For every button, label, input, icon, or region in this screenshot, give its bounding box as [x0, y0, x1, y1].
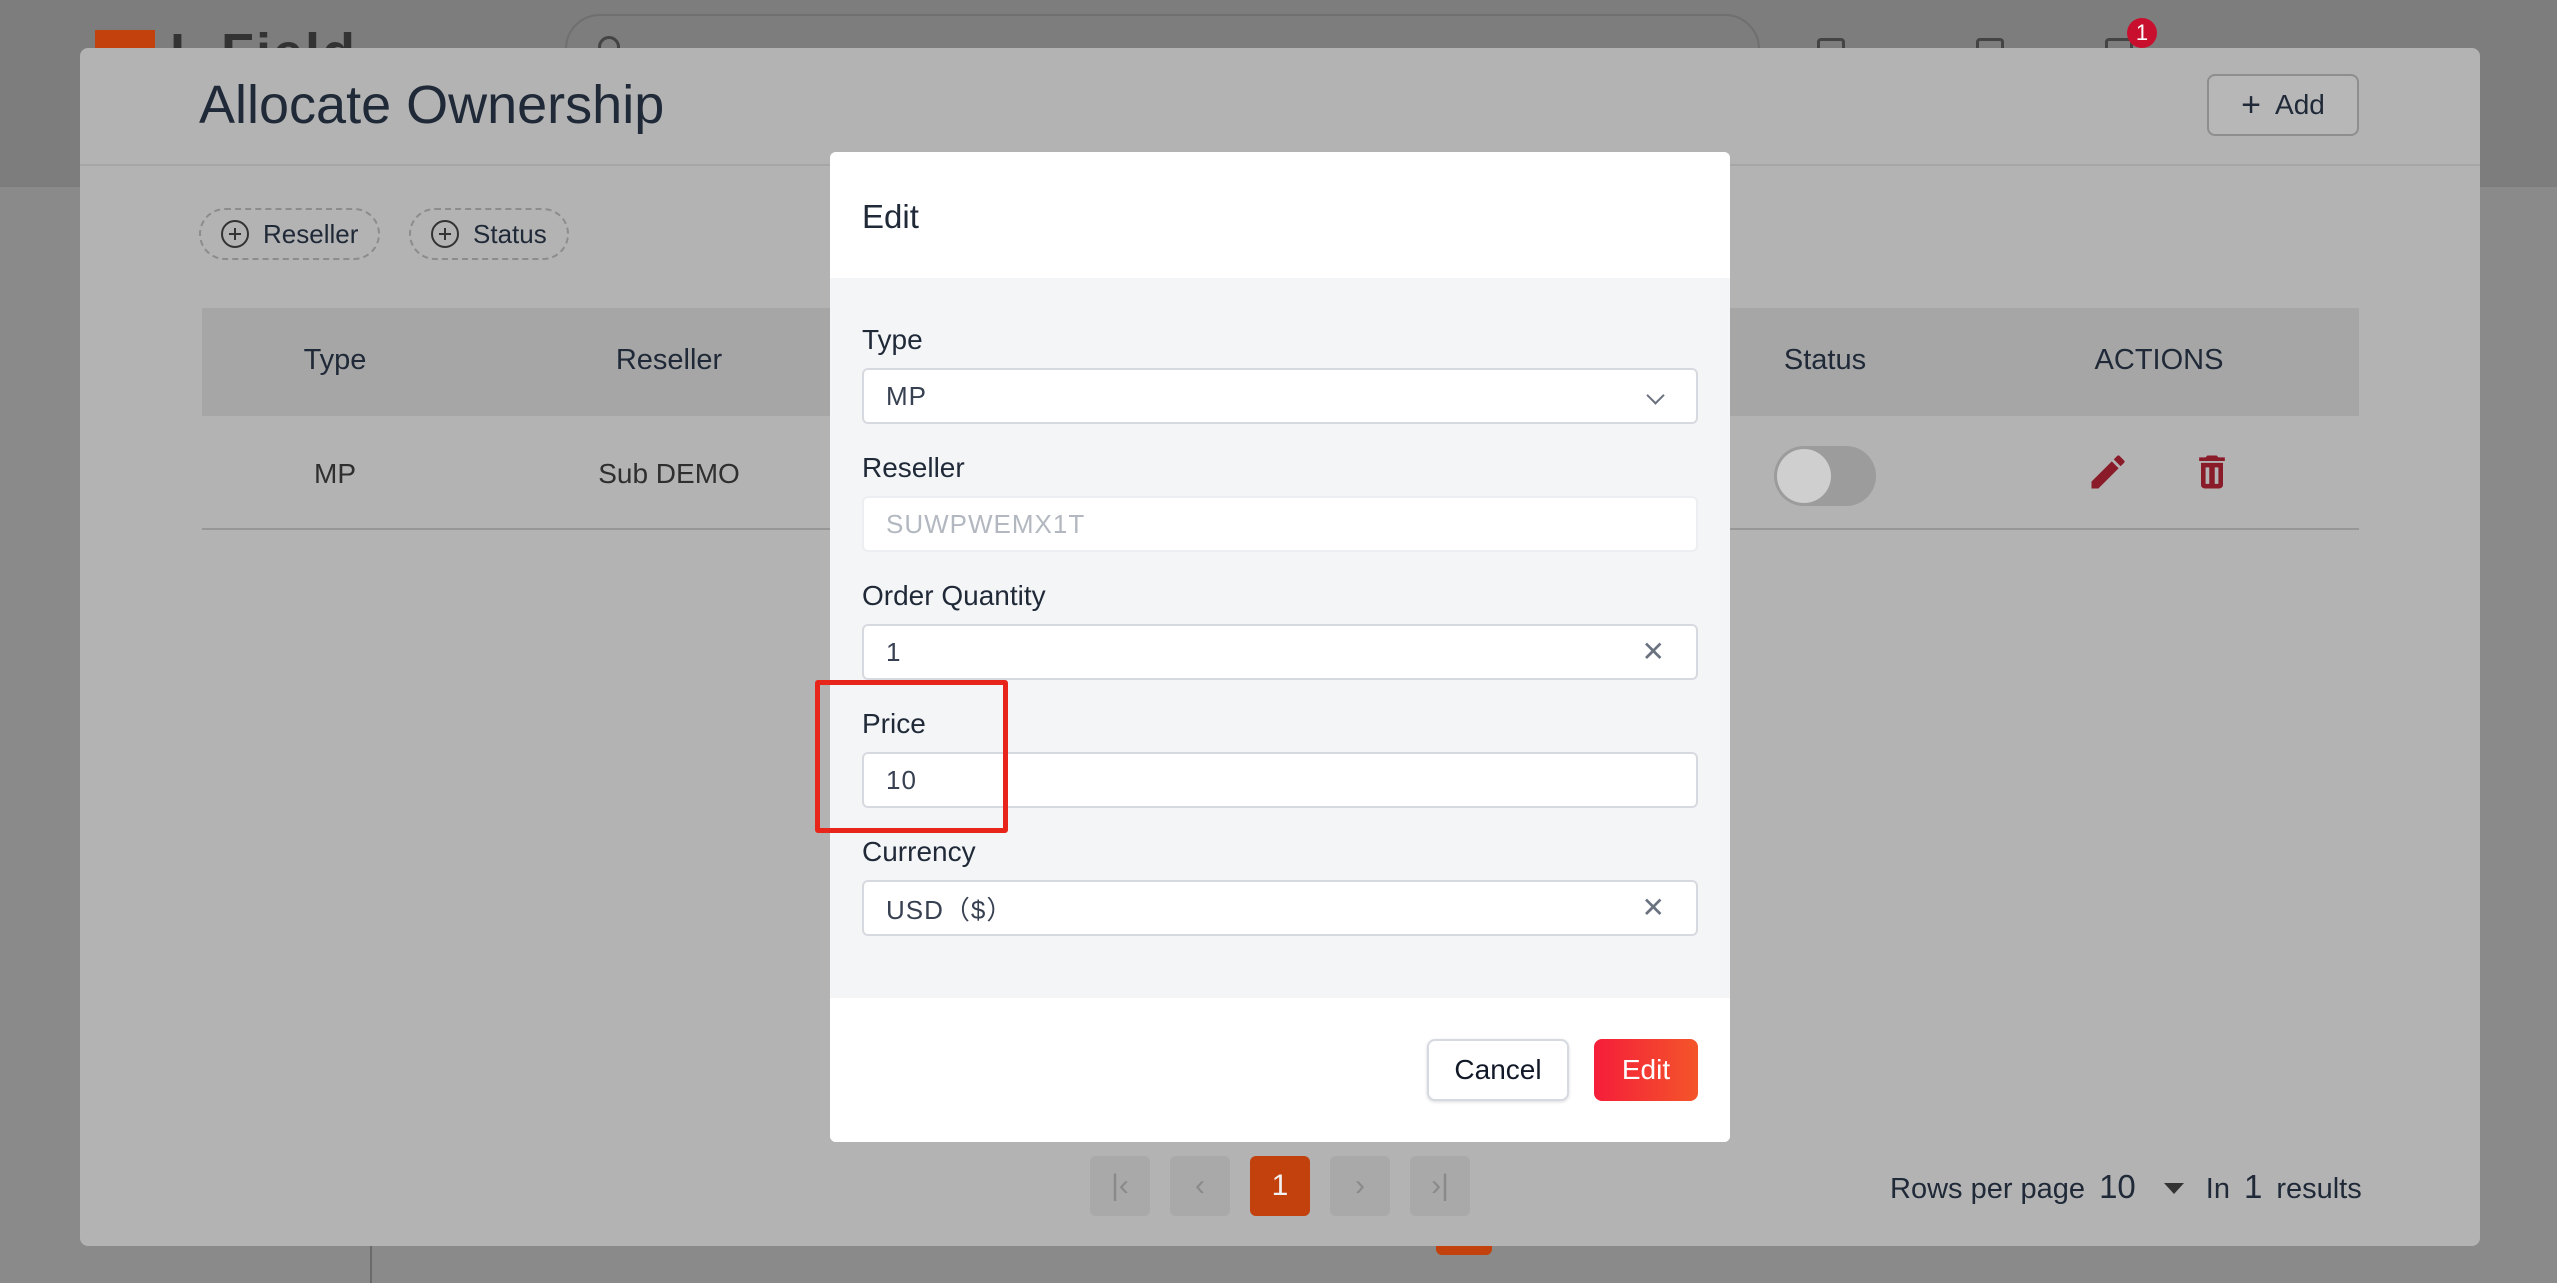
clear-icon[interactable]: ✕ — [1642, 638, 1666, 666]
filter-chip-label: Status — [473, 218, 547, 249]
order-quantity-label: Order Quantity — [862, 580, 1046, 611]
results-label: results — [2276, 1173, 2362, 1205]
price-highlight-box — [815, 680, 1008, 833]
status-toggle[interactable] — [1774, 446, 1876, 506]
first-page-button[interactable]: |‹ — [1090, 1156, 1150, 1216]
delete-trash-icon[interactable] — [2190, 450, 2234, 494]
prev-page-button[interactable]: ‹ — [1170, 1156, 1230, 1216]
page-number-button[interactable]: 1 — [1250, 1156, 1310, 1216]
modal-header: Edit — [830, 152, 1730, 278]
reseller-label: Reseller — [862, 452, 965, 483]
notification-badge: 1 — [2127, 18, 2157, 48]
total-count: 1 — [2243, 1168, 2263, 1205]
filter-chip-reseller[interactable]: Reseller — [199, 208, 381, 260]
caret-down-icon[interactable] — [2163, 1183, 2184, 1194]
rows-per-page: Rows per page 10 In 1 results — [1890, 1168, 2362, 1206]
column-header-actions: ACTIONS — [2094, 344, 2224, 376]
add-button-label: Add — [2275, 89, 2325, 120]
add-circle-icon — [221, 220, 249, 248]
column-header-reseller[interactable]: Reseller — [616, 344, 722, 377]
currency-label: Currency — [862, 836, 976, 867]
reseller-value: SUWPWEMX1T — [886, 508, 1086, 539]
type-value: MP — [886, 380, 927, 411]
modal-title: Edit — [862, 198, 919, 235]
chevron-down-icon — [1646, 386, 1665, 405]
edit-modal: Edit Type MP Reseller SUWPWEMX1T Order Q… — [830, 152, 1730, 1142]
edit-pencil-icon[interactable] — [2086, 450, 2130, 494]
panel-header: Allocate Ownership + Add — [80, 48, 2480, 166]
type-select[interactable]: MP — [862, 368, 1698, 424]
page-title: Allocate Ownership — [199, 75, 665, 135]
next-page-button[interactable]: › — [1330, 1156, 1390, 1216]
modal-body: Type MP Reseller SUWPWEMX1T Order Quanti… — [830, 278, 1730, 998]
filter-chip-label: Reseller — [263, 218, 359, 249]
rows-per-page-label: Rows per page — [1890, 1173, 2086, 1205]
column-header-type[interactable]: Type — [304, 344, 367, 377]
cell-type: MP — [314, 458, 356, 489]
currency-select[interactable]: USD（$） ✕ — [862, 880, 1698, 936]
reseller-field: SUWPWEMX1T — [862, 496, 1698, 552]
app-logo — [95, 30, 155, 48]
filter-chip-status[interactable]: Status — [409, 208, 569, 260]
plus-icon: + — [2241, 86, 2262, 124]
edit-submit-button[interactable]: Edit — [1594, 1039, 1698, 1101]
currency-value: USD（$） — [886, 894, 1014, 925]
type-label: Type — [862, 324, 923, 355]
cell-reseller: Sub DEMO — [598, 458, 740, 489]
add-button[interactable]: + Add — [2207, 74, 2359, 136]
clear-icon[interactable]: ✕ — [1642, 894, 1666, 922]
toggle-knob — [1777, 449, 1831, 503]
column-header-status[interactable]: Status — [1784, 344, 1866, 377]
cancel-button[interactable]: Cancel — [1427, 1039, 1569, 1101]
in-label: In — [2205, 1173, 2230, 1205]
order-quantity-field[interactable]: 1 ✕ — [862, 624, 1698, 680]
rows-per-page-select[interactable]: 10 — [2099, 1168, 2136, 1206]
last-page-button[interactable]: ›| — [1410, 1156, 1470, 1216]
order-quantity-value: 1 — [886, 636, 902, 667]
add-circle-icon — [431, 220, 459, 248]
